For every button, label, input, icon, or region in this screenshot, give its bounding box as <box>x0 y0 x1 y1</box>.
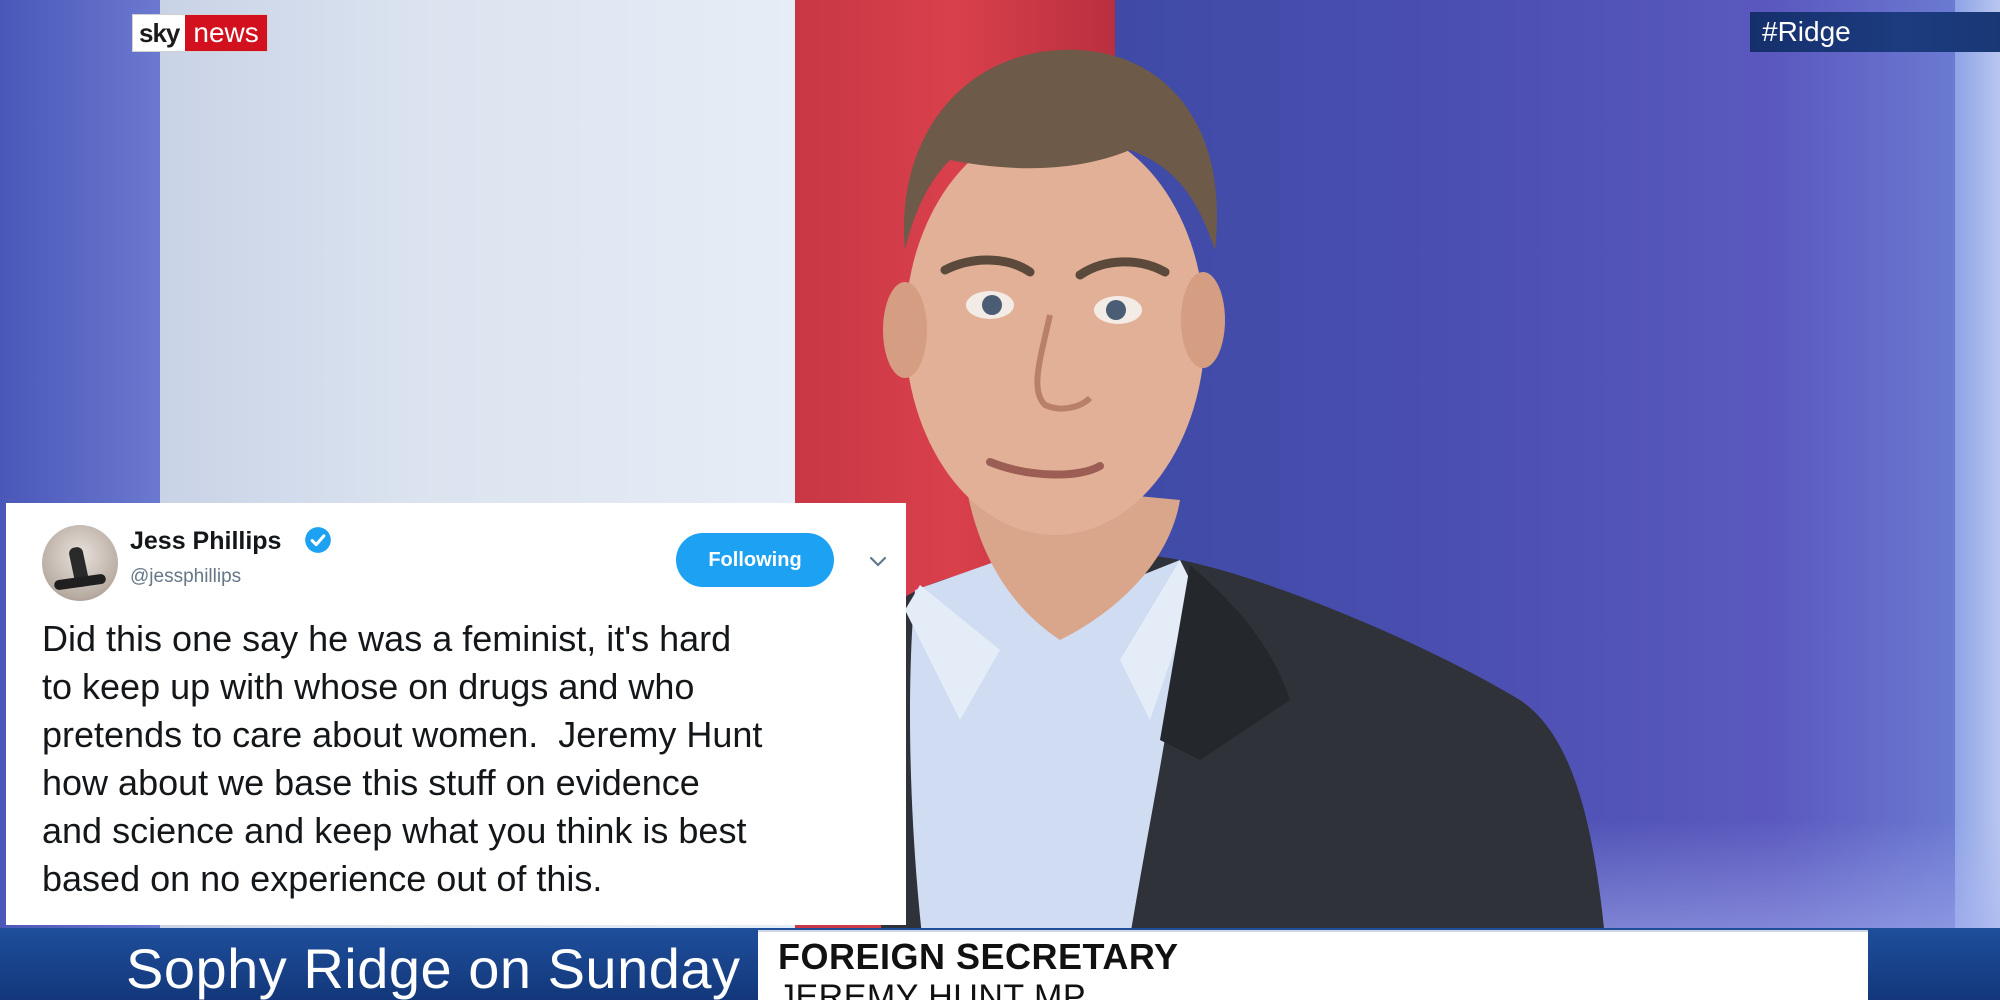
tweet-author-name[interactable]: Jess Phillips <box>130 527 281 556</box>
avatar[interactable] <box>42 525 118 601</box>
chevron-down-icon[interactable] <box>868 551 888 571</box>
caption-role: FOREIGN SECRETARY <box>778 936 1179 977</box>
show-title: Sophy Ridge on Sunday <box>126 937 741 1000</box>
logo-news-text: news <box>185 15 267 51</box>
caption-name: JEREMY HUNT MP <box>778 978 1087 1000</box>
sky-news-logo: sky news <box>132 14 268 52</box>
tweet-author-handle[interactable]: @jessphillips <box>130 566 241 588</box>
logo-sky-text: sky <box>133 15 186 51</box>
name-caption: FOREIGN SECRETARY JEREMY HUNT MP <box>758 930 1868 1000</box>
show-hashtag: #Ridge <box>1750 12 2000 52</box>
verified-badge-icon <box>305 527 331 553</box>
tweet-card: Jess Phillips @jessphillips Following Di… <box>6 503 906 925</box>
tweet-text: Did this one say he was a feminist, it's… <box>42 618 763 899</box>
following-button[interactable]: Following <box>676 533 834 587</box>
